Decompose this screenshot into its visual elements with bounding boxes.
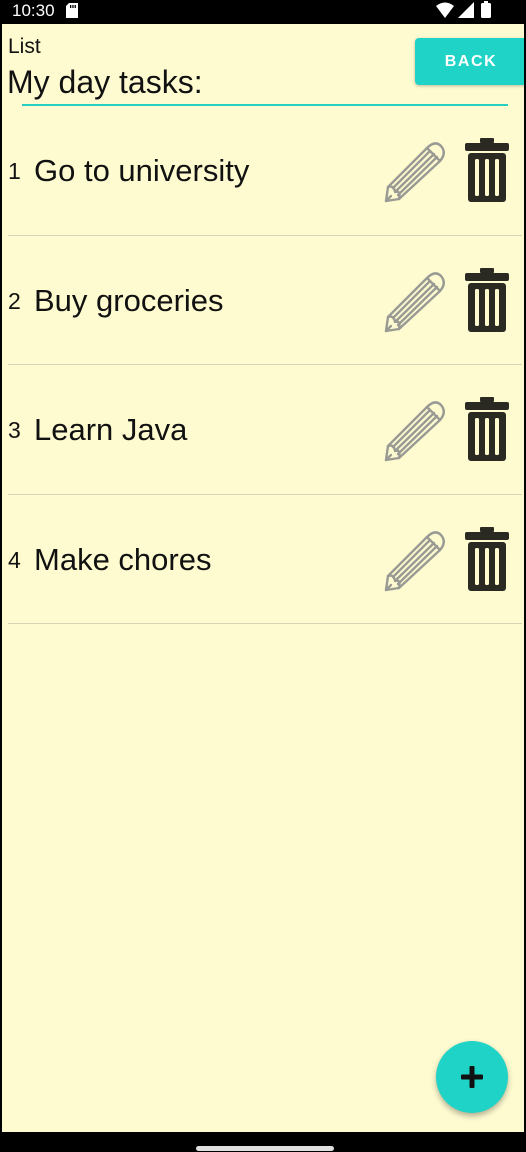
sd-card-icon	[66, 3, 78, 18]
trash-icon[interactable]	[464, 138, 510, 202]
list-label: List	[8, 35, 41, 58]
task-row[interactable]: 3 Learn Java	[8, 365, 522, 495]
list-title-input[interactable]: My day tasks:	[7, 64, 203, 101]
edit-pencil-icon[interactable]	[383, 269, 445, 333]
task-row[interactable]: 4 Make chores	[8, 495, 522, 624]
battery-icon	[481, 1, 491, 18]
trash-icon[interactable]	[464, 397, 510, 461]
plus-icon	[461, 1066, 483, 1088]
task-row[interactable]: 1 Go to university	[8, 106, 522, 236]
task-name: Buy groceries	[34, 282, 224, 318]
list-screen: List My day tasks: BACK 1 Go to universi…	[2, 24, 524, 1132]
task-number: 2	[8, 287, 21, 314]
trash-icon[interactable]	[464, 267, 510, 332]
navigation-bar	[0, 1132, 526, 1152]
add-task-button[interactable]	[436, 1041, 508, 1113]
home-handle[interactable]	[196, 1146, 334, 1151]
status-bar: 10:30	[0, 0, 526, 24]
task-number: 1	[8, 158, 21, 184]
task-name: Make chores	[34, 541, 212, 577]
task-number: 4	[8, 546, 21, 573]
trash-icon[interactable]	[464, 526, 510, 591]
task-row[interactable]: 2 Buy groceries	[8, 236, 522, 365]
status-time: 10:30	[12, 1, 55, 20]
wifi-icon	[436, 2, 454, 18]
signal-icon	[458, 2, 474, 18]
edit-pencil-icon[interactable]	[383, 139, 445, 203]
back-button[interactable]: BACK	[415, 38, 524, 85]
task-name: Learn Java	[34, 412, 188, 447]
task-list: 1 Go to university 2 Buy groceries 3 Lea…	[2, 106, 524, 624]
edit-pencil-icon[interactable]	[383, 528, 445, 592]
edit-pencil-icon[interactable]	[383, 398, 445, 462]
task-number: 3	[8, 417, 21, 443]
task-name: Go to university	[34, 153, 250, 188]
